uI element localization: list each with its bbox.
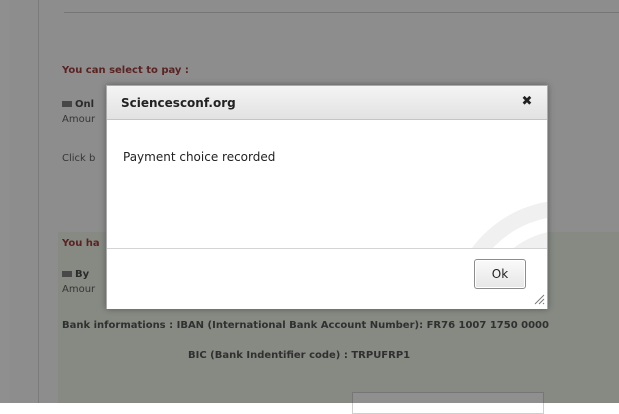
dialog-body: Payment choice recorded bbox=[107, 120, 547, 248]
dialog-footer: Ok bbox=[107, 248, 547, 309]
watermark-arc-icon bbox=[472, 201, 547, 248]
ok-button[interactable]: Ok bbox=[474, 259, 526, 289]
payment-dialog: Sciencesconf.org ✖ Payment choice record… bbox=[106, 85, 548, 309]
dialog-titlebar[interactable]: Sciencesconf.org ✖ bbox=[107, 86, 547, 120]
dialog-message: Payment choice recorded bbox=[123, 150, 276, 164]
dialog-title: Sciencesconf.org bbox=[121, 96, 236, 110]
close-icon[interactable]: ✖ bbox=[519, 94, 535, 110]
resize-grip-icon[interactable] bbox=[533, 293, 545, 305]
